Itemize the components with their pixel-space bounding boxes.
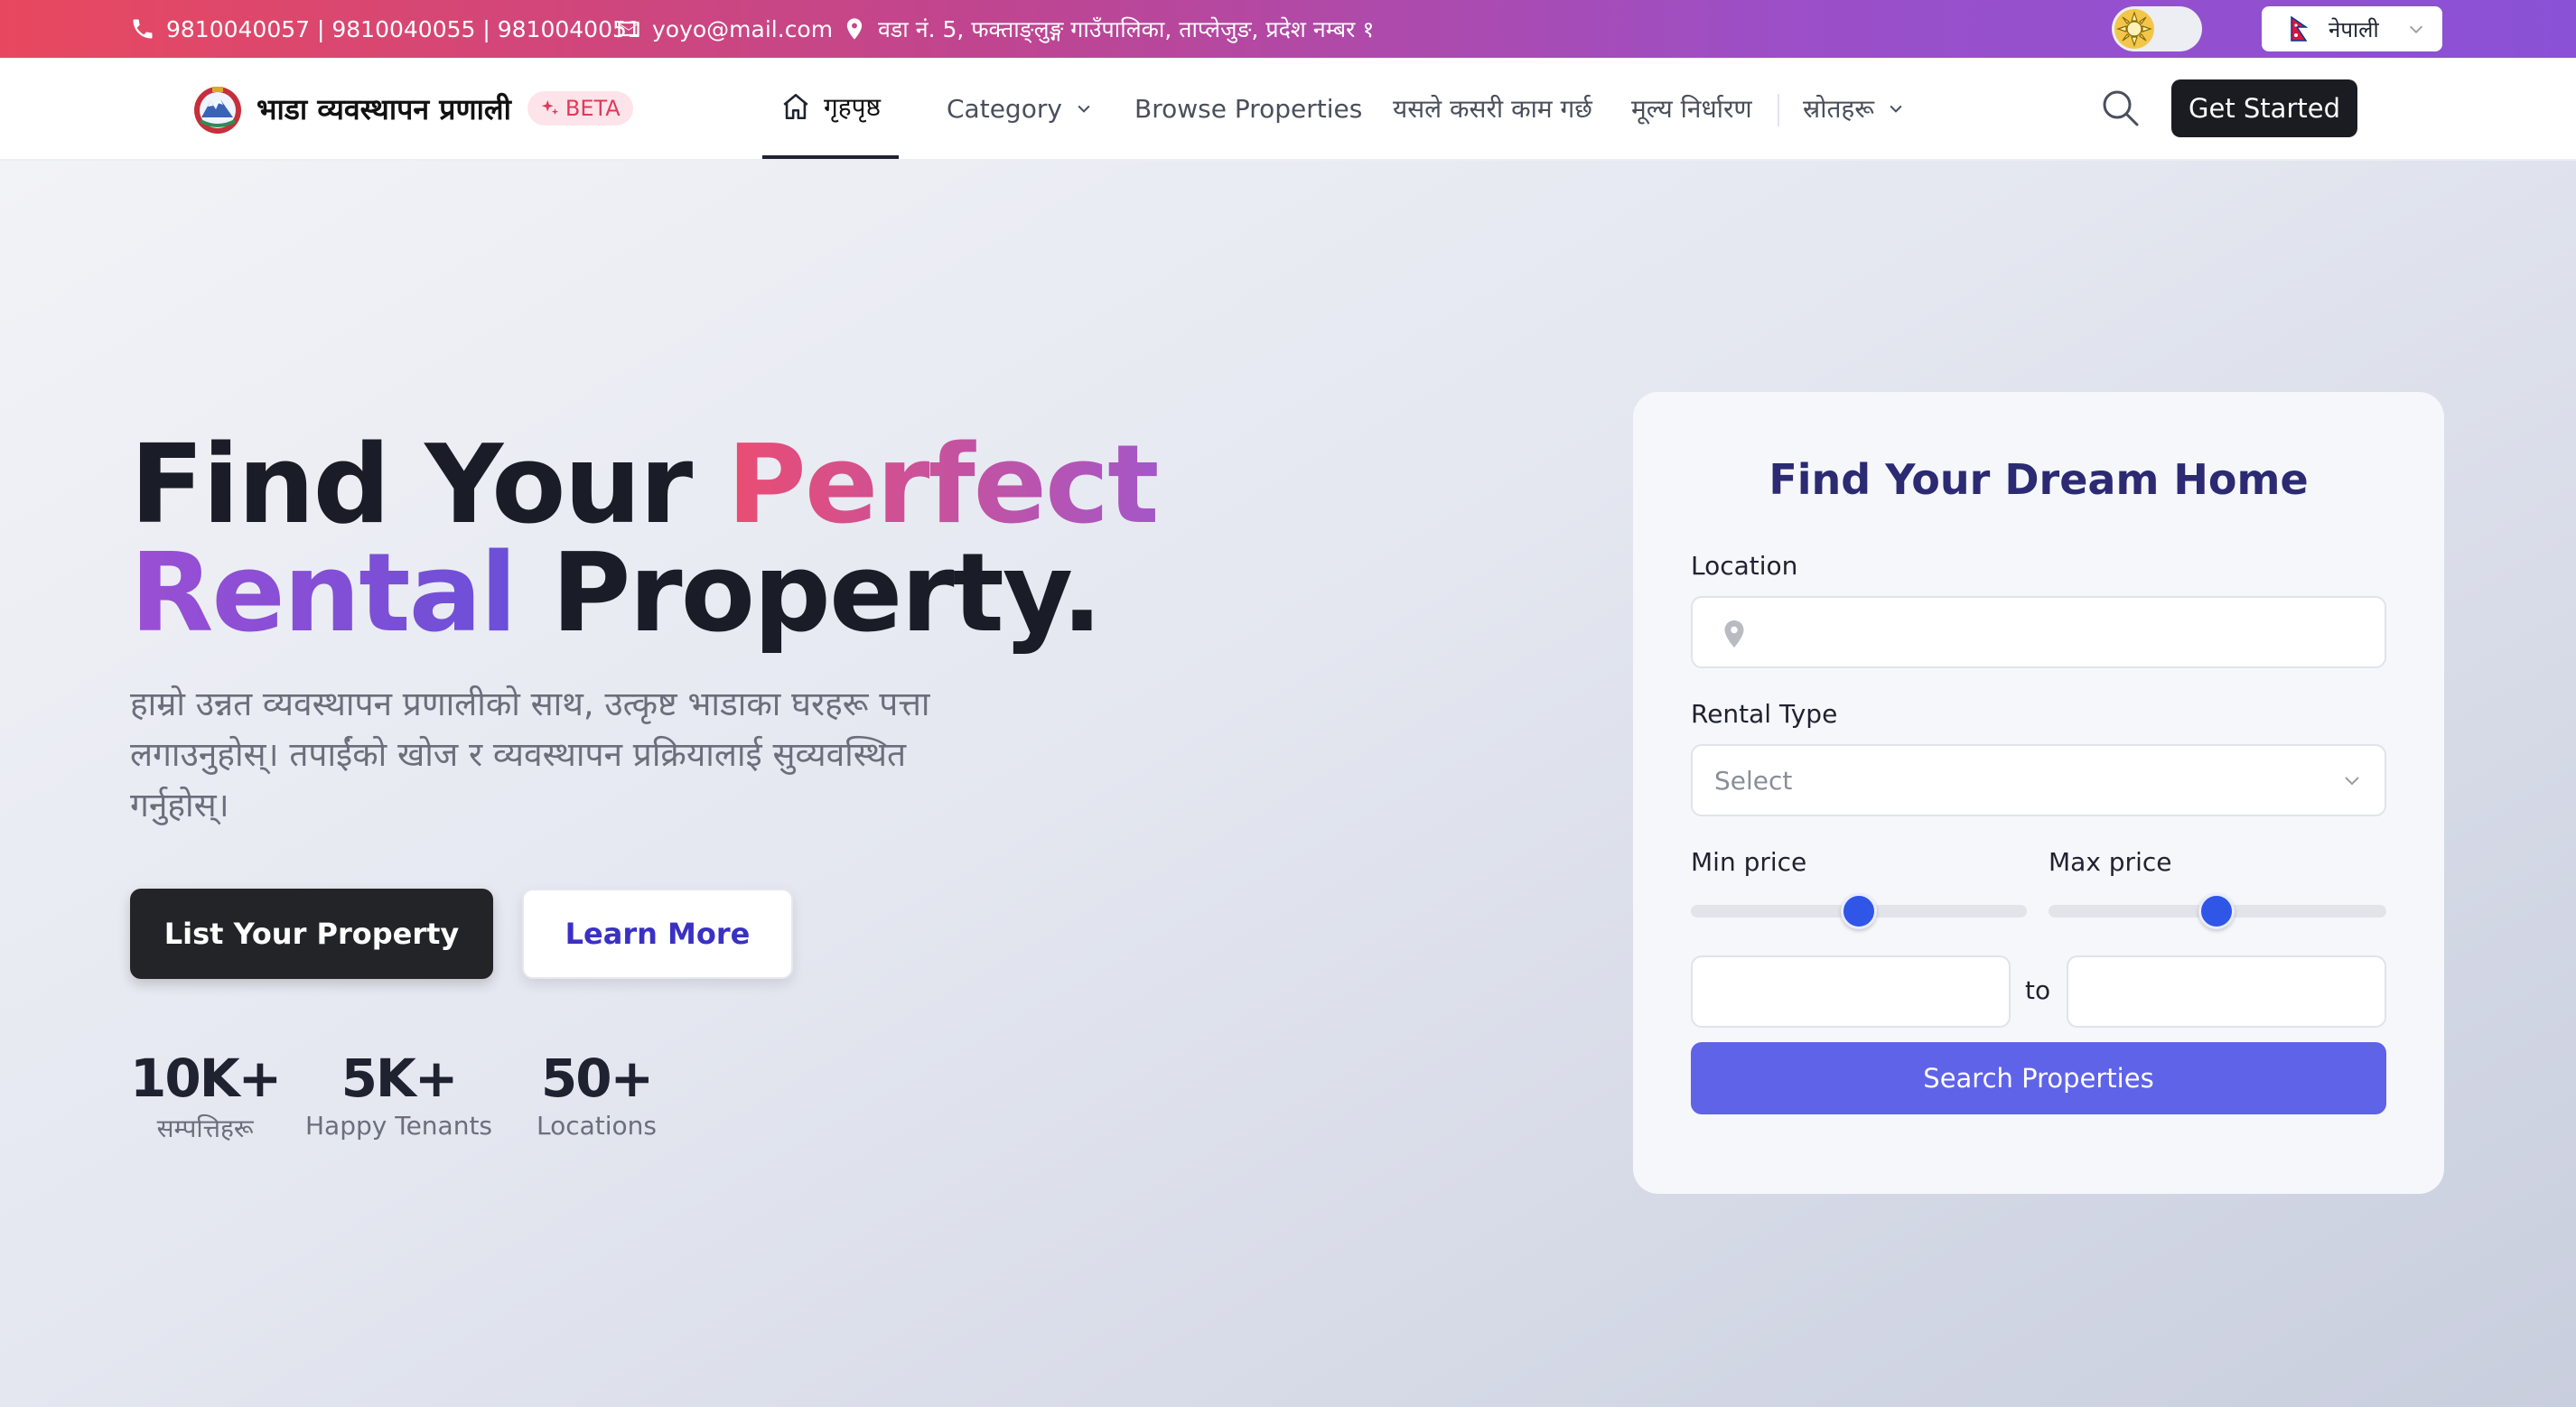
chevron-down-icon: [2409, 25, 2423, 33]
headline-rental: Rental: [130, 531, 518, 657]
address-text: वडा नं. 5, फक्ताङ्लुङ्ग गाउँपालिका, ताप्…: [878, 16, 1375, 42]
headline-property: Property.: [515, 531, 1102, 657]
range-separator: to: [2025, 975, 2051, 1005]
headline-find-your: Find Your: [130, 423, 727, 548]
nav-browse-label: Browse Properties: [1134, 93, 1363, 124]
brand-logo[interactable]: भाडा व्यवस्थापन प्रणाली BETA: [188, 81, 633, 135]
nav-pricing[interactable]: मूल्य निर्धारण: [1631, 58, 1752, 159]
stat-properties: 10K+ सम्पत्तिहरू: [130, 1048, 282, 1145]
min-price-input-wrapper: [1691, 955, 2011, 1028]
rental-type-select[interactable]: Select: [1691, 744, 2386, 816]
max-price-input[interactable]: [2068, 957, 2385, 1026]
list-property-button[interactable]: List Your Property: [130, 889, 493, 979]
contact-email[interactable]: yoyo@mail.com: [616, 0, 833, 58]
sparkle-icon: [541, 99, 559, 116]
phone-numbers: 9810040057 | 9810040055 | 9810040051: [166, 15, 641, 42]
stat-tenants: 5K+ Happy Tenants: [305, 1049, 492, 1141]
nepal-flag-icon: [2291, 16, 2309, 42]
location-input-wrapper: [1691, 596, 2386, 668]
get-started-button[interactable]: Get Started: [2171, 79, 2357, 137]
search-icon[interactable]: [2099, 87, 2141, 128]
nav-how-it-works[interactable]: यसले कसरी काम गर्छ: [1393, 58, 1592, 159]
min-price-input[interactable]: [1693, 957, 2009, 1026]
stat-value: 10K+: [130, 1048, 282, 1109]
main-navbar: भाडा व्यवस्थापन प्रणाली BETA गृहपृष्ठ Ca…: [0, 58, 2576, 161]
beta-label: BETA: [565, 96, 621, 121]
home-icon: [783, 93, 808, 120]
stat-label: Locations: [537, 1111, 658, 1141]
stat-label: Happy Tenants: [305, 1111, 493, 1141]
location-label: Location: [1691, 551, 1798, 581]
email-address: yoyo@mail.com: [652, 15, 834, 42]
location-input[interactable]: [1693, 598, 2385, 666]
hero-subtext: हाम्रो उन्नत व्यवस्थापन प्रणालीको साथ, उ…: [130, 685, 930, 825]
theme-toggle[interactable]: [2112, 6, 2202, 51]
nav-resources-label: स्रोतहरू: [1803, 94, 1875, 124]
contact-phones[interactable]: 9810040057 | 9810040055 | 9810040051: [130, 0, 641, 58]
hero-section: Find Your Perfect Rental Property. हाम्र…: [0, 161, 2576, 1407]
sun-icon: [2114, 9, 2154, 49]
chevron-down-icon: [2345, 777, 2359, 786]
mail-icon: [618, 21, 639, 37]
nav-resources[interactable]: स्रोतहरू: [1803, 58, 1905, 159]
stat-value: 5K+: [341, 1048, 459, 1109]
beta-badge: BETA: [527, 91, 633, 126]
government-emblem-icon: [194, 87, 241, 134]
min-price-slider-thumb[interactable]: [1841, 893, 1877, 929]
nav-home[interactable]: गृहपृष्ठ: [762, 58, 900, 159]
contact-address: वडा नं. 5, फक्ताङ्लुङ्ग गाउँपालिका, ताप्…: [842, 0, 1374, 58]
language-select[interactable]: नेपाली: [2262, 6, 2442, 51]
stat-label: सम्पत्तिहरू: [156, 1113, 254, 1143]
nav-category-label: Category: [947, 93, 1062, 124]
hero-headline: Find Your Perfect Rental Property.: [130, 432, 1160, 648]
nav-how-it-works-label: यसले कसरी काम गर्छ: [1393, 94, 1592, 124]
contact-bar: 9810040057 | 9810040055 | 9810040051 yoy…: [0, 0, 2576, 58]
nav-pricing-label: मूल्य निर्धारण: [1631, 94, 1752, 124]
search-card-title: Find Your Dream Home: [1769, 455, 2309, 504]
nav-home-label: गृहपृष्ठ: [824, 92, 882, 122]
max-price-input-wrapper: [2067, 955, 2386, 1028]
max-price-label: Max price: [2049, 847, 2172, 877]
learn-more-button[interactable]: Learn More: [522, 889, 793, 979]
nav-browse-properties[interactable]: Browse Properties: [1134, 58, 1362, 159]
location-pin-icon: [1724, 620, 1744, 648]
brand-name: भाडा व्यवस्थापन प्रणाली: [257, 91, 511, 126]
phone-icon: [133, 19, 153, 39]
max-price-slider-thumb[interactable]: [2198, 893, 2235, 929]
min-price-label: Min price: [1691, 847, 1807, 877]
search-properties-button[interactable]: Search Properties: [1691, 1042, 2386, 1114]
nav-category[interactable]: Category: [947, 58, 1093, 159]
nav-divider: [1778, 94, 1779, 126]
rental-type-label: Rental Type: [1691, 699, 1838, 729]
chevron-down-icon: [1078, 105, 1090, 113]
chevron-down-icon: [1890, 105, 1902, 113]
language-label: नेपाली: [2329, 16, 2379, 42]
rental-type-value: Select: [1714, 765, 1793, 796]
stat-locations: 50+ Locations: [537, 1049, 657, 1141]
property-search-card: Find Your Dream Home Location Rental Typ…: [1633, 392, 2444, 1194]
location-pin-icon: [846, 18, 863, 40]
headline-perfect: Perfect: [726, 423, 1160, 548]
stat-value: 50+: [540, 1048, 654, 1109]
